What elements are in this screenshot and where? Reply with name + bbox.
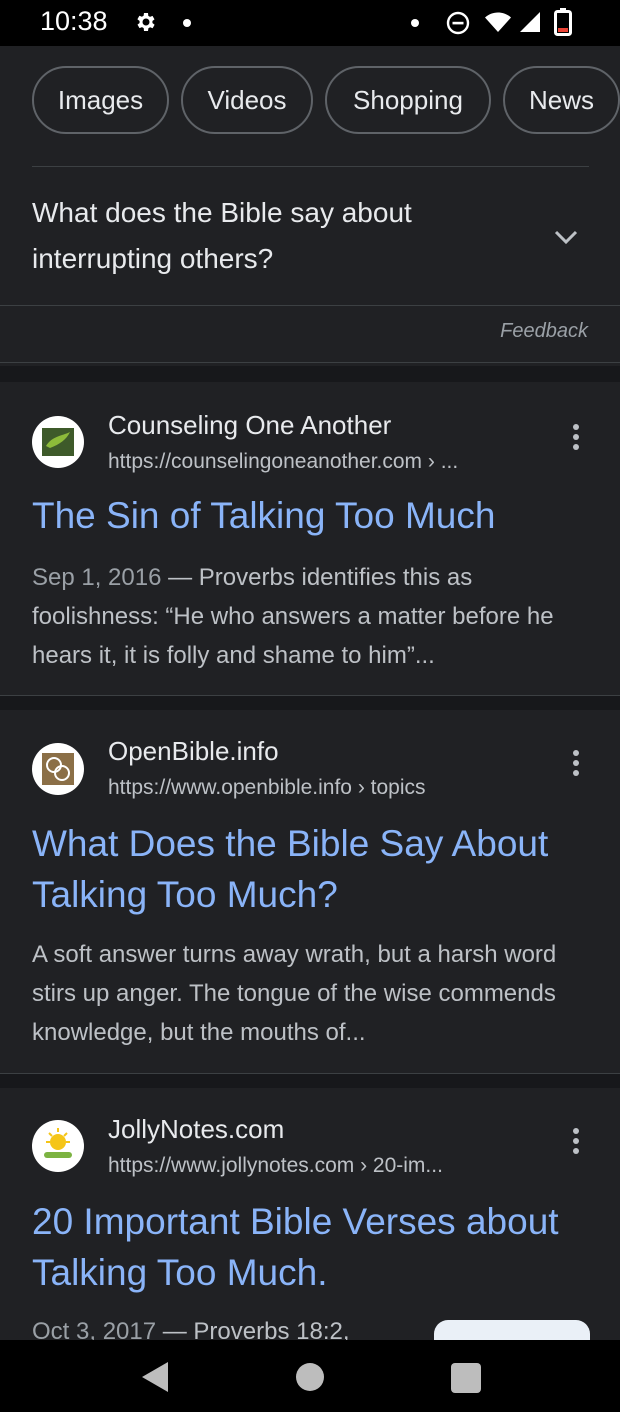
more-vert-icon[interactable] bbox=[566, 748, 586, 778]
jollynotes-favicon-icon bbox=[32, 1120, 84, 1172]
search-result: JollyNotes.com https://www.jollynotes.co… bbox=[0, 1088, 620, 1340]
search-result: Counseling One Another https://counselin… bbox=[0, 382, 620, 695]
openbible-favicon-icon bbox=[32, 743, 84, 795]
status-dot-icon bbox=[411, 19, 419, 27]
result-url[interactable]: https://www.jollynotes.com › 20-im... bbox=[108, 1154, 443, 1178]
do-not-disturb-icon bbox=[446, 11, 470, 35]
section-separator bbox=[0, 366, 620, 382]
feedback-link[interactable]: Feedback bbox=[500, 320, 588, 343]
result-url[interactable]: https://www.openbible.info › topics bbox=[108, 776, 426, 800]
battery-icon bbox=[554, 8, 572, 36]
result-snippet: A soft answer turns away wrath, but a ha… bbox=[32, 941, 557, 1046]
more-vert-icon[interactable] bbox=[566, 422, 586, 452]
settings-gear-icon bbox=[137, 13, 155, 31]
section-separator bbox=[0, 696, 620, 710]
system-navigation-bar bbox=[0, 1340, 620, 1412]
result-snippet-text: — Proverbs 18:2, bbox=[156, 1318, 350, 1340]
cell-signal-icon bbox=[520, 12, 540, 32]
more-vert-icon[interactable] bbox=[566, 1126, 586, 1156]
related-question[interactable]: What does the Bible say about interrupti… bbox=[32, 190, 512, 282]
wifi-icon bbox=[485, 12, 511, 32]
result-url[interactable]: https://counselingoneanother.com › ... bbox=[108, 450, 458, 474]
divider bbox=[0, 305, 620, 306]
chip-news[interactable]: News bbox=[503, 66, 620, 134]
section-separator bbox=[0, 1074, 620, 1088]
result-date: Oct 3, 2017 bbox=[32, 1318, 157, 1340]
divider bbox=[32, 166, 589, 167]
result-title-link[interactable]: The Sin of Talking Too Much bbox=[32, 490, 602, 541]
chip-shopping[interactable]: Shopping bbox=[325, 66, 491, 134]
result-site-name: JollyNotes.com bbox=[108, 1114, 285, 1144]
search-result: OpenBible.info https://www.openbible.inf… bbox=[0, 710, 620, 1073]
result-site-name: OpenBible.info bbox=[108, 736, 279, 766]
status-bar: 10:38 bbox=[0, 0, 620, 46]
back-icon[interactable] bbox=[140, 1360, 170, 1394]
divider bbox=[0, 362, 620, 363]
result-site-name: Counseling One Another bbox=[108, 410, 392, 440]
result-title-link[interactable]: 20 Important Bible Verses about Talking … bbox=[32, 1196, 602, 1298]
status-time: 10:38 bbox=[40, 6, 108, 36]
chip-images[interactable]: Images bbox=[32, 66, 169, 134]
result-date: Sep 1, 2016 bbox=[32, 564, 162, 591]
notification-dot-icon bbox=[183, 19, 191, 27]
counseling-one-another-favicon-icon bbox=[32, 416, 84, 468]
chevron-down-icon[interactable] bbox=[552, 226, 580, 248]
result-snippet: Sep 1, 2016 — Proverbs identifies this a… bbox=[32, 558, 592, 675]
chip-videos[interactable]: Videos bbox=[181, 66, 313, 134]
result-title-link[interactable]: What Does the Bible Say About Talking To… bbox=[32, 818, 602, 920]
home-icon[interactable] bbox=[296, 1363, 324, 1391]
recent-apps-icon[interactable] bbox=[451, 1363, 481, 1393]
search-filter-chips: Images Videos Shopping News bbox=[32, 66, 620, 134]
